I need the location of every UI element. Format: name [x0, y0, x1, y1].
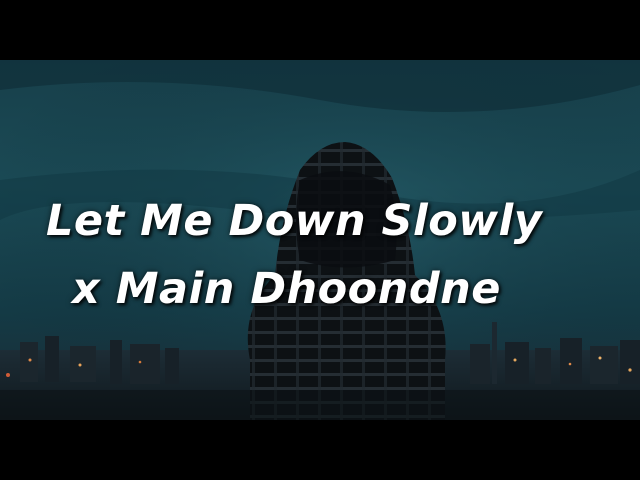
scene-artwork — [0, 60, 640, 420]
video-thumbnail[interactable]: Let Me Down Slowly x Main Dhoondne — [0, 0, 640, 480]
letterbox-bottom — [0, 420, 640, 480]
letterbox-top — [0, 0, 640, 60]
background-scene — [0, 60, 640, 420]
